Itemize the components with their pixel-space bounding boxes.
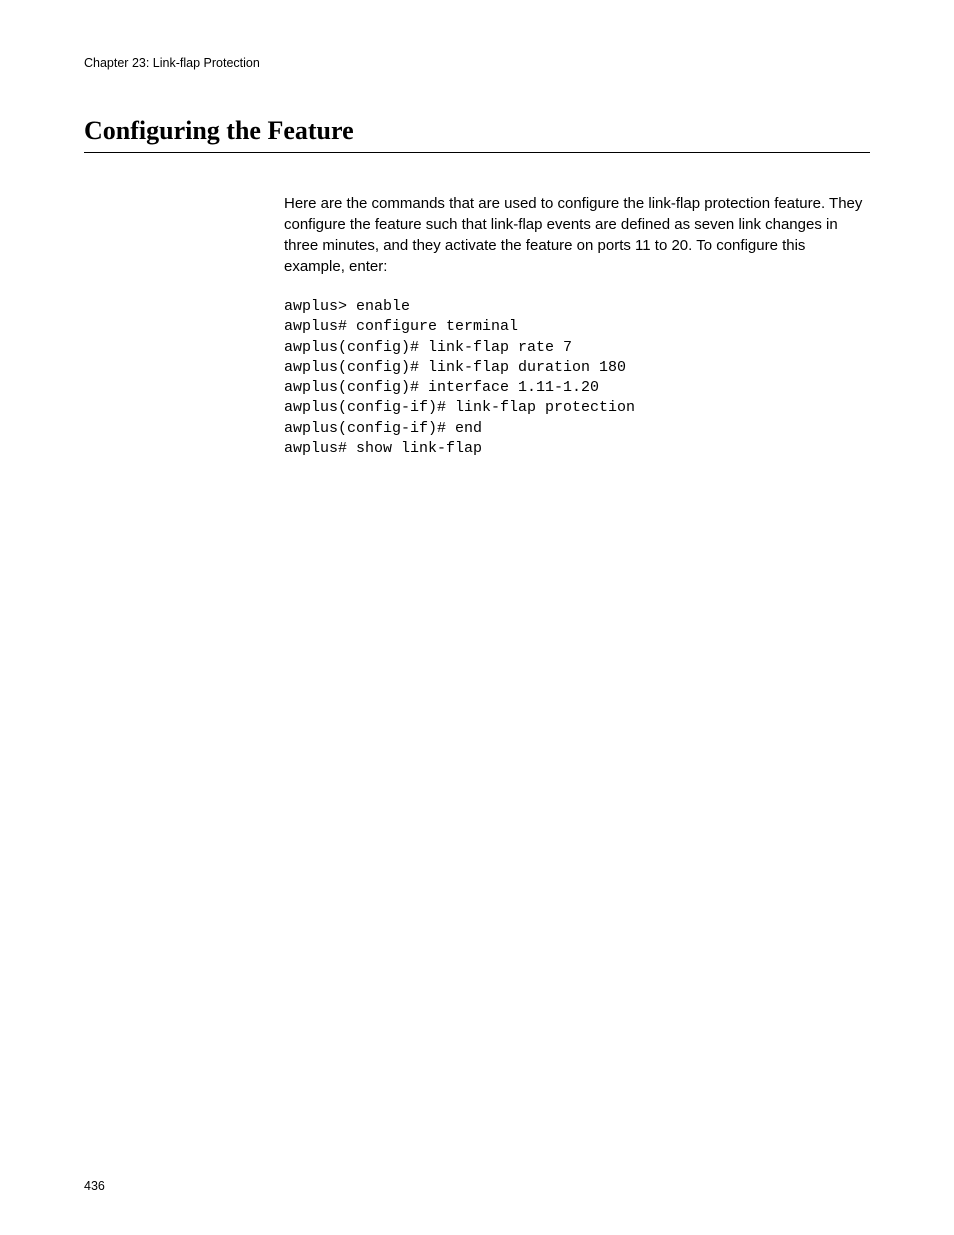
page-number: 436 bbox=[84, 1179, 105, 1193]
section-heading: Configuring the Feature bbox=[84, 116, 870, 153]
chapter-header: Chapter 23: Link-flap Protection bbox=[84, 56, 870, 70]
command-code-block: awplus> enable awplus# configure termina… bbox=[284, 297, 870, 459]
intro-paragraph: Here are the commands that are used to c… bbox=[284, 193, 870, 277]
body-content: Here are the commands that are used to c… bbox=[284, 193, 870, 459]
document-page: Chapter 23: Link-flap Protection Configu… bbox=[0, 0, 954, 1235]
